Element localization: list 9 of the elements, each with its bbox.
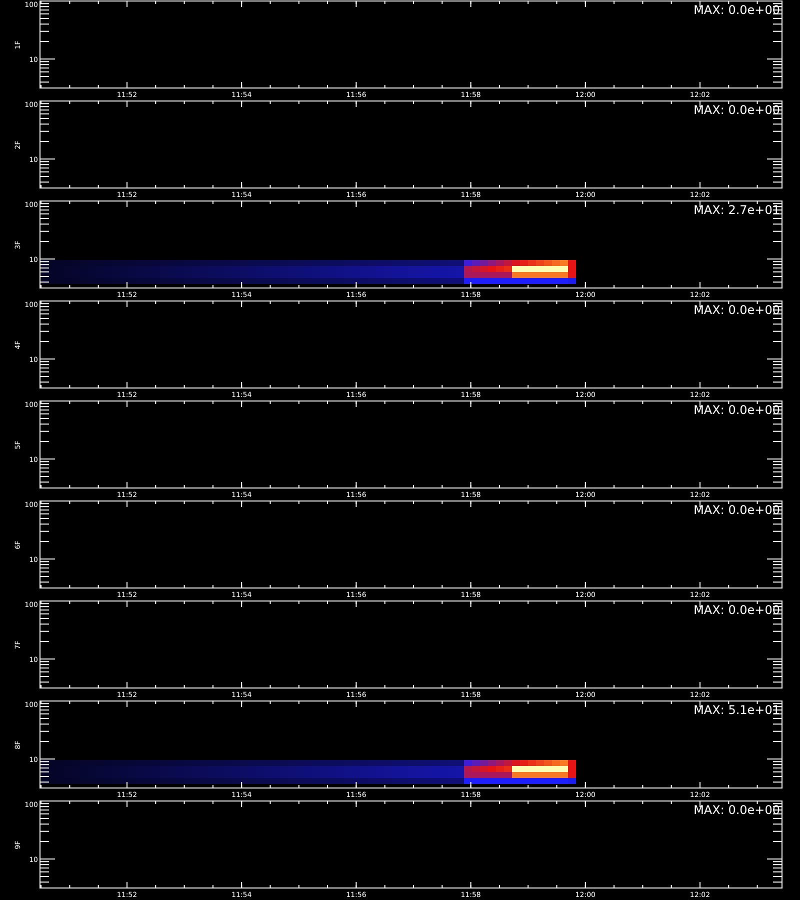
max-value-label: MAX: 0.0e+00 (694, 303, 780, 317)
max-value-label: MAX: 5.1e+01 (694, 703, 780, 717)
max-value-label: MAX: 0.0e+00 (694, 403, 780, 417)
max-value-label: MAX: 0.0e+00 (694, 503, 780, 517)
max-value-label: MAX: 0.0e+00 (694, 103, 780, 117)
max-value-label: MAX: 2.7e+01 (694, 203, 780, 217)
max-value-label: MAX: 0.0e+00 (694, 3, 780, 17)
max-value-label: MAX: 0.0e+00 (694, 603, 780, 617)
max-value-label: MAX: 0.0e+00 (694, 803, 780, 817)
